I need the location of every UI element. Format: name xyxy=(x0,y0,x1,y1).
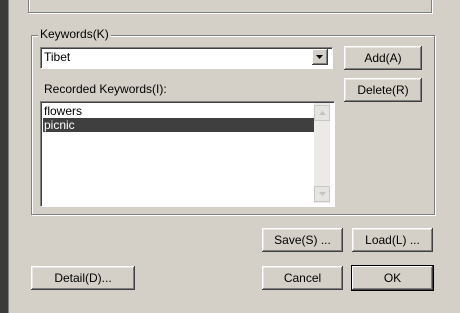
delete-button[interactable]: Delete(R) xyxy=(344,78,422,102)
scrollbar-down-button[interactable] xyxy=(314,186,330,202)
keywords-combobox[interactable] xyxy=(40,47,333,69)
scrollbar-up-button[interactable] xyxy=(314,105,330,121)
combobox-dropdown-button[interactable] xyxy=(312,49,328,65)
cancel-button[interactable]: Cancel xyxy=(262,266,343,290)
upper-panel-edge xyxy=(28,0,432,13)
keywords-group-label: Keywords(K) xyxy=(38,27,111,41)
detail-button[interactable]: Detail(D)... xyxy=(31,266,135,290)
save-button[interactable]: Save(S) ... xyxy=(262,228,343,252)
window-left-border xyxy=(0,0,8,313)
add-button[interactable]: Add(A) xyxy=(344,46,422,70)
chevron-down-icon xyxy=(316,55,323,59)
load-button[interactable]: Load(L) ... xyxy=(352,228,433,252)
list-item[interactable]: flowers xyxy=(43,104,314,118)
list-item-selected[interactable]: picnic xyxy=(43,118,314,132)
recorded-keywords-label: Recorded Keywords(I): xyxy=(44,82,167,96)
scroll-up-arrow-icon xyxy=(319,111,326,115)
scroll-down-arrow-icon xyxy=(319,192,326,196)
keywords-combobox-value[interactable]: Tibet xyxy=(44,50,70,64)
window-left-border-highlight xyxy=(8,0,9,313)
ok-button[interactable]: OK xyxy=(352,266,433,290)
